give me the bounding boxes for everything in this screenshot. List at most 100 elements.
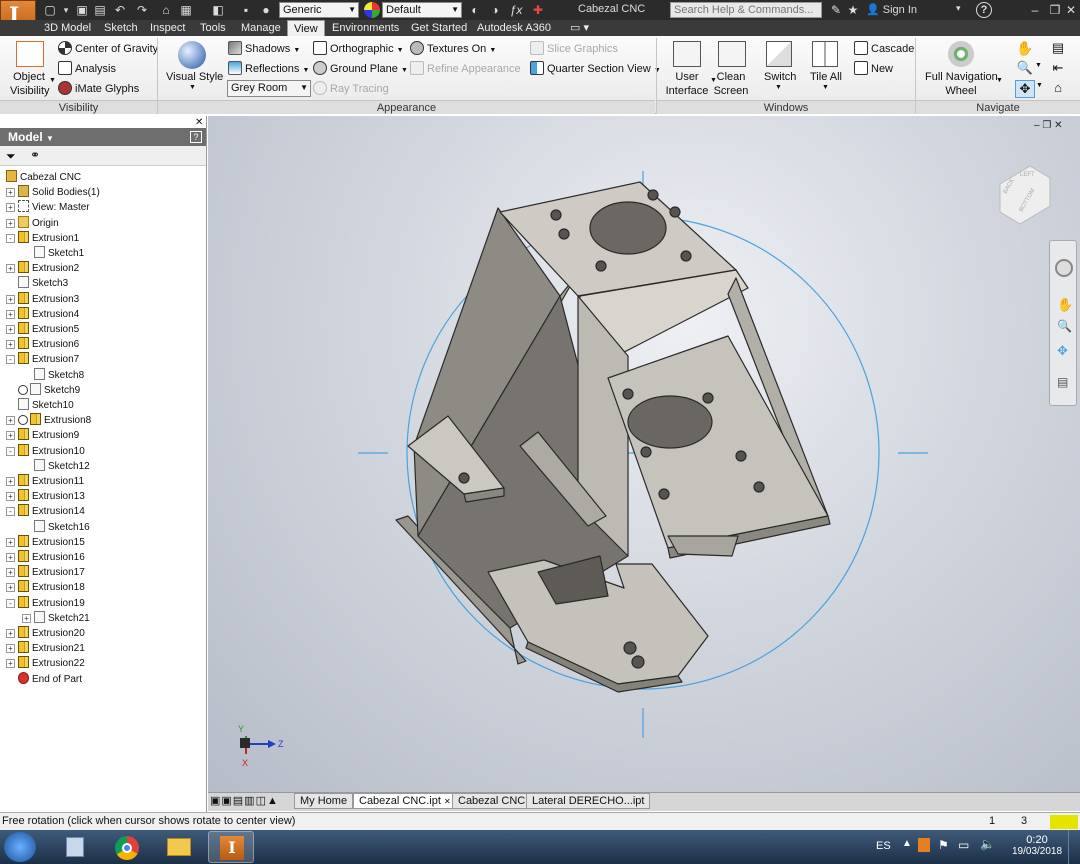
tile-all-dropdown-icon[interactable]: ▼ [822,84,829,91]
tile-layout-icons[interactable]: ▣▣▤▥◫▲ [210,794,279,807]
shadows-button[interactable]: Shadows ▼ [228,41,300,58]
imate-glyphs-button[interactable]: iMate Glyphs [58,81,139,96]
nav-zoom-icon[interactable]: 🔍 [1057,319,1072,333]
clean-screen-button[interactable]: Clean Screen [712,70,750,98]
tab-inspect[interactable]: Inspect [144,20,191,36]
undo-icon[interactable]: ↶ [112,2,128,18]
search-help-input[interactable]: Search Help & Commands... [670,2,822,18]
tree-item-extrusion15[interactable]: + Extrusion15 [6,535,85,550]
taskbar-chrome-icon[interactable] [104,831,150,863]
tree-item-origin[interactable]: + Origin [6,216,59,231]
expand-toggle-icon[interactable]: + [6,310,15,319]
tree-item-extrusion4[interactable]: + Extrusion4 [6,307,79,322]
tab-view[interactable]: View [287,20,325,36]
browser-close-icon[interactable]: ✕ [195,117,203,128]
help-button[interactable]: ? [976,2,992,18]
tab-environments[interactable]: Environments [326,20,405,36]
expand-toggle-icon[interactable]: + [6,659,15,668]
home-icon[interactable]: ⌂ [158,2,174,18]
tree-item-end-of-part[interactable]: End of Part [6,672,82,687]
select-filter-icon[interactable]: ▪ [238,2,254,18]
save-icon[interactable]: ▤ [92,2,108,18]
new-window-button[interactable]: New [854,61,893,76]
tab-close-icon[interactable]: ✕ [444,797,451,806]
sign-in-button[interactable]: 👤 Sign In [866,3,917,16]
expand-toggle-icon[interactable]: + [6,568,15,577]
refine-appearance-button[interactable]: Refine Appearance [410,61,521,76]
steering-wheel-icon[interactable] [1055,259,1073,277]
expand-toggle-icon[interactable]: + [6,203,15,212]
tab-autodesk-a360[interactable]: Autodesk A360 [471,20,557,36]
tab-tools[interactable]: Tools [194,20,232,36]
tree-item-extrusion6[interactable]: + Extrusion6 [6,337,79,352]
parameters-icon[interactable]: ƒx [508,2,524,18]
tree-item-extrusion5[interactable]: + Extrusion5 [6,322,79,337]
tree-item-extrusion21[interactable]: + Extrusion21 [6,641,85,656]
ray-tracing-button[interactable]: Ray Tracing [313,81,389,96]
orthographic-button[interactable]: Orthographic ▼ [313,41,404,58]
tab-sketch[interactable]: Sketch [98,20,144,36]
start-orb-icon[interactable] [4,832,36,862]
visual-style-dropdown-icon[interactable]: ▼ [189,84,196,91]
expand-toggle-icon[interactable]: + [6,644,15,653]
language-indicator[interactable]: ES [876,840,891,852]
tray-app-icon[interactable] [918,838,930,852]
quarter-section-view-button[interactable]: Quarter Section View ▼ [530,61,661,78]
reflections-button[interactable]: Reflections ▼ [228,61,309,78]
tree-item-extrusion17[interactable]: + Extrusion17 [6,565,85,580]
clear-appearance-icon[interactable]: ◑ [487,2,503,18]
tray-volume-icon[interactable]: 🔈 [980,837,995,851]
tree-item-extrusion1[interactable]: - Extrusion1 [6,231,79,246]
appearance-icon[interactable]: ● [258,2,274,18]
slice-graphics-button[interactable]: Slice Graphics [530,41,618,56]
tray-network-icon[interactable]: ▭ [958,838,969,852]
expand-toggle-icon[interactable]: + [22,614,31,623]
cabezal-cnc-part[interactable] [395,181,831,693]
textures-on-button[interactable]: Textures On ▼ [410,41,496,58]
switch-dropdown-icon[interactable]: ▼ [775,84,782,91]
tree-item-sketch16[interactable]: Sketch16 [22,520,90,535]
tree-item-sketch10[interactable]: Sketch10 [6,398,74,413]
expand-toggle-icon[interactable]: + [6,492,15,501]
tree-item-sketch3[interactable]: Sketch3 [6,276,68,291]
tab-3d-model[interactable]: 3D Model [38,20,97,36]
tree-item-extrusion7[interactable]: - Extrusion7 [6,352,79,367]
expand-toggle-icon[interactable]: - [6,447,15,456]
expand-toggle-icon[interactable]: + [6,264,15,273]
expand-toggle-icon[interactable]: - [6,507,15,516]
orbit-dropdown-icon[interactable]: ▼ [1036,82,1043,89]
doc-tab-cabezal-cnc[interactable]: Cabezal CNC [452,793,532,809]
favorites-star-icon[interactable]: ★ [845,2,861,18]
open-icon[interactable]: ▣ [74,2,90,18]
expand-toggle-icon[interactable]: - [6,234,15,243]
expand-toggle-icon[interactable]: + [6,477,15,486]
expand-toggle-icon[interactable]: + [6,219,15,228]
sign-in-dropdown-icon[interactable]: ▾ [956,3,961,14]
tray-overflow-icon[interactable]: ▲ [902,838,912,849]
pan-icon[interactable]: ✋ [1015,40,1035,58]
analysis-button[interactable]: Analysis [58,61,116,76]
tab-get-started[interactable]: Get Started [405,20,473,36]
doc-tab-my-home[interactable]: My Home [294,793,354,809]
zoom-icon[interactable]: 🔍 [1015,60,1035,78]
update-icon[interactable]: ▦ [178,2,194,18]
tree-item-extrusion20[interactable]: + Extrusion20 [6,626,85,641]
tree-item-sketch9[interactable]: Sketch9 [6,383,80,398]
taskbar-clock[interactable]: 0:20 19/03/2018 [1012,834,1062,857]
expand-toggle-icon[interactable]: + [6,340,15,349]
qat-dropdown-icon[interactable]: ▾ [58,2,74,18]
tree-item-solid-bodies-1[interactable]: + Solid Bodies(1) [6,185,100,200]
home-view-icon[interactable]: ⌂ [1048,80,1068,98]
tree-item-view-master[interactable]: + View: Master [6,200,90,215]
new-file-icon[interactable]: ▢ [42,2,58,18]
nav-pan-icon[interactable]: ✋ [1057,297,1073,313]
expand-toggle-icon[interactable]: - [6,599,15,608]
nav-orbit-icon[interactable]: ✥ [1057,343,1068,359]
material-combo[interactable]: Generic ▼ [279,2,359,18]
full-navigation-wheel-button[interactable]: Full Navigation Wheel [925,70,998,98]
select-icon[interactable]: ◧ [210,2,226,18]
ground-plane-button[interactable]: Ground Plane ▼ [313,61,408,78]
object-visibility-button[interactable] [14,41,44,67]
tree-item-extrusion16[interactable]: + Extrusion16 [6,550,85,565]
browser-help-icon[interactable]: ? [190,131,202,143]
